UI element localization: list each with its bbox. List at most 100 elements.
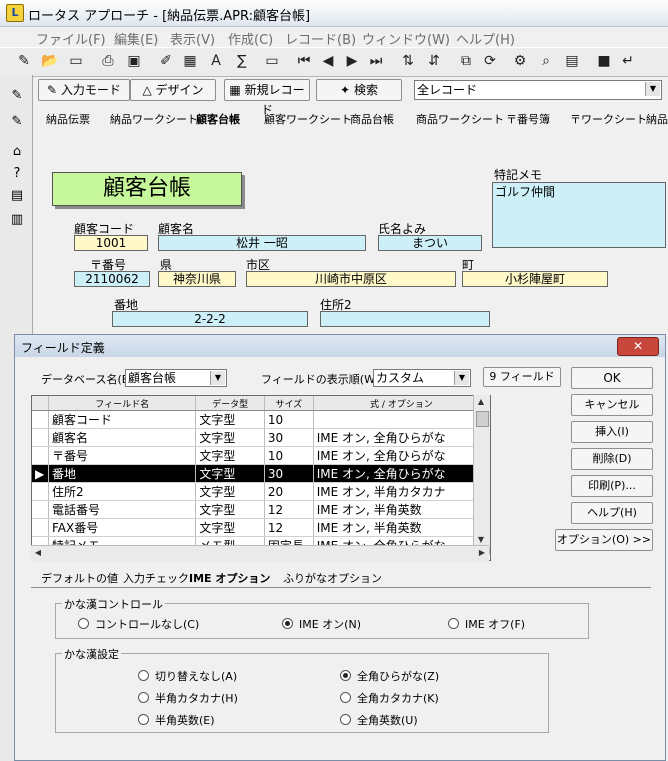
cell[interactable]: IME オン, 全角ひらがな	[313, 464, 490, 483]
cell[interactable]: 12	[264, 518, 314, 537]
table-row-selected[interactable]: ▶ 番地 文字型 30 IME オン, 全角ひらがな	[32, 464, 490, 483]
cell[interactable]: 電話番号	[48, 500, 197, 519]
table-row[interactable]: 住所2 文字型 20 IME オン, 半角カタカナ	[32, 482, 490, 501]
new-icon[interactable]: ✎	[14, 51, 34, 71]
home-icon[interactable]: ⌂	[8, 143, 26, 161]
tab-shouhin-daicho[interactable]: 商品台帳	[350, 111, 394, 127]
text-icon[interactable]: A	[206, 51, 226, 71]
open-icon[interactable]: 📂	[40, 51, 60, 71]
input-mode-button[interactable]: ✎ 入力モード	[38, 79, 130, 101]
addr2-field[interactable]	[320, 311, 490, 327]
print-button[interactable]: 印刷(P)...	[571, 475, 653, 497]
cell[interactable]: IME オン, 全角ひらがな	[313, 446, 490, 465]
tab-furigana-options[interactable]: ふりがなオプション	[283, 570, 382, 586]
scroll-left-icon[interactable]: ◀	[31, 546, 45, 560]
tab-kokyaku-daicho[interactable]: 顧客台帳	[196, 111, 240, 127]
ok-button[interactable]: OK	[571, 367, 653, 389]
town-field[interactable]: 小杉陣屋町	[462, 271, 608, 287]
radio-hankaku-eisu[interactable]: 半角英数(E)	[138, 712, 215, 728]
field-icon[interactable]: ▭	[262, 51, 282, 71]
cell[interactable]: 〒番号	[48, 446, 197, 465]
zip-field[interactable]: 2110062	[74, 271, 150, 287]
radio-ime-on[interactable]: IME オン(N)	[282, 616, 361, 632]
help-button[interactable]: ヘルプ(H)	[571, 502, 653, 524]
pen-icon[interactable]: ✐	[156, 51, 176, 71]
banchi-field[interactable]: 2-2-2	[112, 311, 308, 327]
col-field-name[interactable]: フィールド名	[48, 396, 197, 411]
menu-record[interactable]: レコード(B)	[285, 29, 356, 48]
last-record-icon[interactable]: ⏭	[366, 51, 386, 71]
close-icon[interactable]: ✕	[617, 337, 659, 356]
cell[interactable]: IME オン, 半角英数	[313, 518, 490, 537]
scroll-thumb[interactable]	[476, 411, 489, 427]
radio-no-control[interactable]: コントロールなし(C)	[78, 616, 199, 632]
spellcheck-icon[interactable]: ■	[594, 51, 614, 71]
calc-icon[interactable]: ∑	[232, 51, 252, 71]
menu-create[interactable]: 作成(C)	[228, 29, 273, 48]
city-field[interactable]: 川崎市中原区	[246, 271, 456, 287]
save-icon[interactable]: ▭	[66, 51, 86, 71]
pref-field[interactable]: 神奈川県	[158, 271, 236, 287]
table-row[interactable]: 顧客コード 文字型 10	[32, 410, 490, 429]
cell[interactable]: 30	[264, 428, 314, 447]
cell[interactable]: IME オン, 全角ひらがな	[313, 428, 490, 447]
radio-zenkaku-eisu[interactable]: 全角英数(U)	[340, 712, 418, 728]
tab-nouhin-worksheet[interactable]: 納品ワークシート	[110, 111, 198, 127]
cell[interactable]: 文字型	[195, 464, 265, 483]
table-row[interactable]: 電話番号 文字型 12 IME オン, 半角英数	[32, 500, 490, 519]
cell[interactable]: 12	[264, 500, 314, 519]
cancel-button[interactable]: キャンセル	[571, 394, 653, 416]
preview-icon[interactable]: ▣	[124, 51, 144, 71]
new-record-button[interactable]: ▦ 新規レコード	[224, 79, 310, 117]
tab-shouhin-worksheet[interactable]: 商品ワークシート	[416, 111, 504, 127]
find-icon[interactable]: ⌕	[536, 51, 556, 71]
scroll-right-icon[interactable]: ▶	[475, 546, 489, 560]
cell[interactable]: 文字型	[195, 482, 265, 501]
cell[interactable]: 住所2	[48, 482, 197, 501]
cell[interactable]: FAX番号	[48, 518, 197, 537]
radio-zenkaku-hiragana[interactable]: 全角ひらがな(Z)	[340, 668, 439, 684]
yomi-field[interactable]: まつい	[378, 235, 482, 251]
tab-kokyaku-worksheet[interactable]: 顧客ワークシート	[264, 111, 352, 127]
tab-nouhin-more[interactable]: 納品	[646, 111, 668, 127]
radio-zenkaku-katakana[interactable]: 全角カタカナ(K)	[340, 690, 439, 706]
order-select[interactable]: カスタム ▼	[373, 369, 471, 387]
report-icon[interactable]: ▤	[562, 51, 582, 71]
enter-icon[interactable]: ↵	[618, 51, 638, 71]
tab-ime-options[interactable]: IME オプション	[189, 570, 270, 586]
cell[interactable]: 30	[264, 464, 314, 483]
radio-no-switch[interactable]: 切り替えなし(A)	[138, 668, 237, 684]
first-record-icon[interactable]: ⏮	[294, 51, 314, 71]
help-icon[interactable]: ?	[8, 165, 26, 183]
sort-asc-icon[interactable]: ⇅	[398, 51, 418, 71]
cell[interactable]: 顧客名	[48, 428, 197, 447]
tab-default-value[interactable]: デフォルトの値	[41, 570, 118, 586]
grid-vertical-scrollbar[interactable]: ▲ ▼	[473, 395, 490, 547]
insert-button[interactable]: 挿入(I)	[571, 421, 653, 443]
db-select[interactable]: 顧客台帳 ▼	[125, 369, 227, 387]
radio-ime-off[interactable]: IME オフ(F)	[448, 616, 525, 632]
form-icon[interactable]: ✎	[8, 113, 26, 131]
tab-nouhin-denpyo[interactable]: 納品伝票	[46, 111, 90, 127]
tab-zip-worksheet[interactable]: 〒ワークシート	[570, 111, 647, 127]
menu-file[interactable]: ファイル(F)	[36, 29, 106, 48]
menu-help[interactable]: ヘルプ(H)	[456, 29, 515, 48]
cell[interactable]: 文字型	[195, 446, 265, 465]
cell[interactable]: IME オン, 半角英数	[313, 500, 490, 519]
cell[interactable]	[313, 410, 490, 429]
table-row[interactable]: 顧客名 文字型 30 IME オン, 全角ひらがな	[32, 428, 490, 447]
refresh-icon[interactable]: ⟳	[480, 51, 500, 71]
ruler-icon[interactable]: ▦	[180, 51, 200, 71]
cell[interactable]: 文字型	[195, 518, 265, 537]
radio-hankaku-katakana[interactable]: 半角カタカナ(H)	[138, 690, 238, 706]
scroll-up-icon[interactable]: ▲	[474, 395, 488, 409]
cell[interactable]: 20	[264, 482, 314, 501]
table-row[interactable]: 〒番号 文字型 10 IME オン, 全角ひらがな	[32, 446, 490, 465]
code-field[interactable]: 1001	[74, 235, 148, 251]
table-row[interactable]: FAX番号 文字型 12 IME オン, 半角英数	[32, 518, 490, 537]
sort-desc-icon[interactable]: ⇵	[424, 51, 444, 71]
prev-record-icon[interactable]: ◀	[318, 51, 338, 71]
options-button[interactable]: オプション(O) >>	[555, 529, 653, 551]
cell[interactable]: 文字型	[195, 500, 265, 519]
col-options[interactable]: 式 / オプション	[313, 396, 490, 411]
